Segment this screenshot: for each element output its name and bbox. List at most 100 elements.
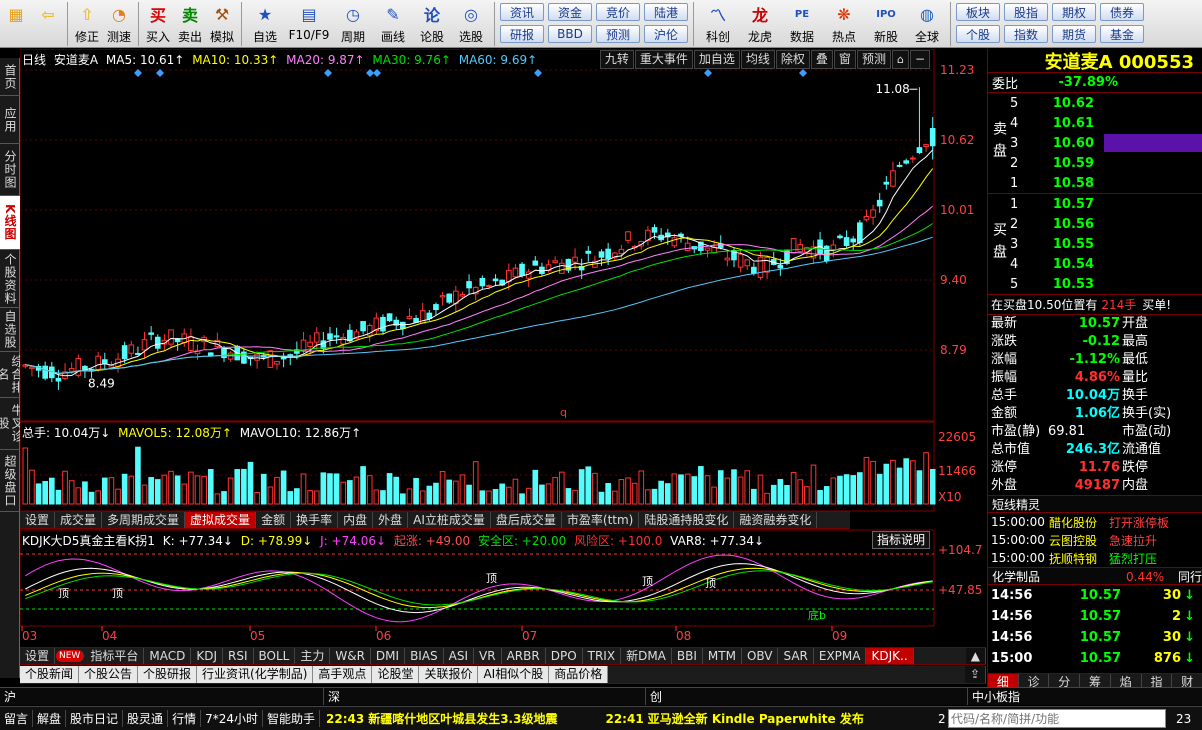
news-tab-4[interactable]: 高手观点: [313, 666, 373, 683]
left-tab-6[interactable]: 综合排名: [0, 352, 24, 398]
left-tab-4[interactable]: 个股资料: [0, 250, 20, 308]
left-tab-5[interactable]: 自选股: [0, 308, 20, 352]
sells-level-row[interactable]: 3 10.60: [1010, 133, 1202, 153]
indicator-tab-16[interactable]: 新DMA: [621, 648, 672, 664]
status-item-3[interactable]: 股灵通: [123, 710, 169, 727]
vol-tab-6[interactable]: 内盘: [338, 512, 374, 528]
toolbar-grid-button[interactable]: 板块: [956, 3, 1000, 21]
buys-level-row[interactable]: 5 10.53: [1010, 274, 1202, 294]
indicator-tab-17[interactable]: BBI: [672, 648, 703, 664]
indicator-tab-2[interactable]: 指标平台: [85, 648, 145, 664]
vol-tab-3[interactable]: 虚拟成交量: [185, 512, 257, 528]
toolbar.buttons-button-2[interactable]: ⇧ 修正: [71, 0, 103, 48]
news-tab-7[interactable]: AI相似个股: [478, 666, 550, 683]
index-sz[interactable]: 深: [324, 688, 646, 705]
toolbar.buttons-button-11[interactable]: 论论股: [413, 0, 451, 48]
short-item[interactable]: 15:00:00 醋化股份 打开涨停板: [988, 513, 1202, 531]
toolbar-grid-button[interactable]: 指数: [1004, 25, 1048, 43]
toolbar.buttons-button-8[interactable]: ▤ F10/F9: [285, 0, 333, 48]
sector-more[interactable]: 同行: [1178, 570, 1202, 584]
toolbar-grid-button[interactable]: 研报: [500, 25, 544, 43]
index-zxb[interactable]: 中小板指: [968, 688, 1020, 705]
buys-level-row[interactable]: 1 10.57: [1010, 194, 1202, 214]
buys-level-row[interactable]: 2 10.56: [1010, 214, 1202, 234]
left-tab-3[interactable]: K线图: [0, 196, 20, 250]
toolbar.buttons-button-6[interactable]: ⚒ 模拟: [206, 0, 238, 48]
news-tab-8[interactable]: 商品价格: [549, 666, 609, 683]
left-tab-8[interactable]: 超级盘口: [0, 450, 20, 512]
toolbar-grid-button[interactable]: 竞价: [596, 3, 640, 21]
vol-tab-11[interactable]: 陆股通持股变化: [639, 512, 735, 528]
sells-level-row[interactable]: 5 10.62: [1010, 93, 1202, 113]
left-tab-0[interactable]: 首页: [0, 58, 20, 96]
indicator-tab-20[interactable]: SAR: [778, 648, 814, 664]
vol-tab-4[interactable]: 金额: [256, 512, 292, 528]
toolbar-grid-button[interactable]: 资金: [548, 3, 592, 21]
search-input[interactable]: [948, 709, 1166, 728]
status-item-5[interactable]: 7*24小时: [201, 710, 263, 727]
indicator-tab-22[interactable]: KDJK..: [866, 648, 914, 664]
toolbar-grid-button[interactable]: 资讯: [500, 3, 544, 21]
toolbar-grid-button[interactable]: 期货: [1052, 25, 1096, 43]
toolbar-grid-button[interactable]: 预测: [596, 25, 640, 43]
news-tab-6[interactable]: 关联报价: [419, 666, 479, 683]
news2-text[interactable]: 亚马逊全新 Kindle Paperwhite 发布: [648, 710, 864, 727]
status-item-2[interactable]: 股市日记: [66, 710, 124, 727]
left-tab-1[interactable]: 应用: [0, 96, 20, 144]
news-tab-1[interactable]: 个股公告: [79, 666, 139, 683]
vol-tab-1[interactable]: 成交量: [55, 512, 103, 528]
indicator-tab-8[interactable]: W&R: [330, 648, 371, 664]
toolbar.buttons2-button-4[interactable]: IPO 新股: [865, 0, 907, 48]
indicator-tab-7[interactable]: 主力: [295, 648, 331, 664]
toolbar-grid-button[interactable]: BBD: [548, 25, 592, 43]
toolbar.buttons2-button-2[interactable]: PE 数据: [781, 0, 823, 48]
indicator-tab-9[interactable]: DMI: [371, 648, 406, 664]
indicator-tab-5[interactable]: RSI: [223, 648, 254, 664]
toolbar.buttons2-button-5[interactable]: ◍ 全球: [907, 0, 947, 48]
status-item-4[interactable]: 行情: [168, 710, 202, 727]
indicator-tab-4[interactable]: KDJ: [191, 648, 223, 664]
toolbar-grid-button[interactable]: 期权: [1052, 3, 1096, 21]
vol-tab-12[interactable]: 融资融券变化: [734, 512, 818, 528]
indicator-tab-21[interactable]: EXPMA: [814, 648, 867, 664]
status-item-1[interactable]: 解盘: [33, 710, 67, 727]
toolbar-grid-button[interactable]: 基金: [1100, 25, 1144, 43]
toolbar.buttons-button-12[interactable]: ◎ 选股: [451, 0, 491, 48]
vol-tab-9[interactable]: 盘后成交量: [491, 512, 562, 528]
toolbar-grid-button[interactable]: 债券: [1100, 3, 1144, 21]
buys-level-row[interactable]: 3 10.55: [1010, 234, 1202, 254]
sells-level-row[interactable]: 2 10.59: [1010, 153, 1202, 173]
short-item[interactable]: 15:00:00 云图控股 急速拉升: [988, 531, 1202, 549]
indicator-tab-19[interactable]: OBV: [742, 648, 779, 664]
status-item-6[interactable]: 智能助手: [263, 710, 320, 727]
indicator-help-button[interactable]: 指标说明: [872, 531, 931, 549]
indicator-tab-14[interactable]: DPO: [546, 648, 583, 664]
vol-tab-7[interactable]: 外盘: [373, 512, 409, 528]
indicator-tab-6[interactable]: BOLL: [254, 648, 296, 664]
indicator-tab-3[interactable]: MACD: [144, 648, 192, 664]
short-item[interactable]: 15:00:00 抚顺特钢 猛烈打压: [988, 549, 1202, 567]
indicator-tab-0[interactable]: 设置: [20, 648, 56, 664]
toolbar.buttons-button-5[interactable]: 卖卖出: [174, 0, 206, 48]
vol-tab-5[interactable]: 换手率: [291, 512, 339, 528]
toolbar-grid-button[interactable]: 个股: [956, 25, 1000, 43]
toolbar.buttons-button-10[interactable]: ✎ 画线: [373, 0, 413, 48]
indicator-tab-12[interactable]: VR: [474, 648, 502, 664]
toolbar.buttons-button-0[interactable]: ▦: [0, 0, 32, 48]
left-tab-2[interactable]: 分时图: [0, 144, 20, 196]
indicator-tab-10[interactable]: BIAS: [405, 648, 444, 664]
vol-tab-0[interactable]: 设置: [20, 512, 56, 528]
toolbar-grid-button[interactable]: 沪伦: [644, 25, 688, 43]
buys-level-row[interactable]: 4 10.54: [1010, 254, 1202, 274]
sells-level-row[interactable]: 4 10.61: [1010, 113, 1202, 133]
index-sh[interactable]: 沪: [0, 688, 324, 705]
toolbar.buttons-button-4[interactable]: 买买入: [142, 0, 174, 48]
indicator-tab-15[interactable]: TRIX: [583, 648, 622, 664]
vol-tab-8[interactable]: AI立桩成交量: [408, 512, 491, 528]
toolbar.buttons-button-1[interactable]: ⇦: [32, 0, 64, 48]
news-tab-5[interactable]: 论股堂: [372, 666, 420, 683]
toolbar-grid-button[interactable]: 股指: [1004, 3, 1048, 21]
news-tab-3[interactable]: 行业资讯(化学制品): [197, 666, 314, 683]
toolbar-grid-button[interactable]: 陆港: [644, 3, 688, 21]
index-cy[interactable]: 创: [646, 688, 968, 705]
